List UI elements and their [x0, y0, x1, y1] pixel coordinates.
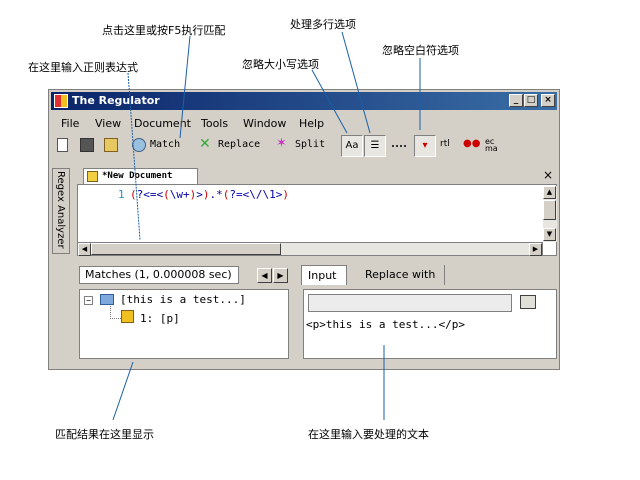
scroll-left-button[interactable]: ◀ [78, 243, 91, 256]
scroll-right-button[interactable]: ▶ [529, 243, 542, 256]
title-bar: The Regulator _ □ × [51, 92, 557, 110]
prev-match-button[interactable]: ◀ [257, 268, 272, 283]
input-panel: <p>this is a test...</p> [303, 289, 557, 359]
input-text-area[interactable]: <p>this is a test...</p> [306, 318, 465, 331]
tab-input[interactable]: Input [301, 265, 347, 285]
multiline-toggle[interactable]: ☰ [364, 135, 386, 157]
window-title: The Regulator [72, 94, 160, 107]
ecma-script-icon[interactable]: ec ma [485, 138, 499, 153]
replace-icon[interactable]: ✕ [199, 137, 213, 152]
annotation-enter-regex: 在这里输入正则表达式 [28, 61, 138, 74]
menu-file[interactable]: File [61, 117, 79, 130]
split-button[interactable]: Split [295, 135, 325, 155]
ignore-case-toggle[interactable]: Aa [341, 135, 363, 157]
split-icon[interactable]: ✶ [276, 137, 290, 152]
scroll-thumb[interactable] [543, 200, 556, 220]
annotation-ignore-case: 忽略大小写选项 [242, 58, 319, 71]
next-match-button[interactable]: ▶ [273, 268, 288, 283]
close-document-icon[interactable]: × [543, 168, 553, 182]
tab-input-label: Input [308, 269, 337, 282]
editor-horizontal-scrollbar[interactable]: ◀ ▶ [77, 242, 543, 256]
replace-action-icon[interactable] [520, 295, 536, 309]
menu-help[interactable]: Help [299, 117, 324, 130]
maximize-button[interactable]: □ [524, 94, 538, 107]
match-item-label[interactable]: 1: [p] [140, 312, 180, 325]
single-line-icon[interactable] [392, 145, 406, 147]
annotation-enter-text: 在这里输入要处理的文本 [308, 428, 429, 441]
open-folder-icon[interactable] [104, 138, 118, 152]
minimize-button[interactable]: _ [509, 94, 523, 107]
regex-analyzer-tab[interactable]: Regex Analyzer [52, 168, 70, 254]
scroll-up-button[interactable]: ▲ [543, 186, 556, 199]
menu-document[interactable]: Document [134, 117, 191, 130]
annotation-ignore-whitespace: 忽略空白符选项 [382, 44, 459, 57]
replace-button[interactable]: Replace [218, 135, 260, 155]
toolbar: Match ✕ Replace ✶ Split Aa ☰ ▾ rtl ●● ec… [54, 135, 554, 157]
regulator-window: The Regulator _ □ × File View Document T… [48, 89, 560, 370]
matches-tab-label: Matches (1, 0.000008 sec) [85, 268, 232, 281]
match-tree[interactable]: − [this is a test...] 1: [p] [79, 289, 289, 359]
match-item-icon [121, 310, 134, 323]
match-button[interactable]: Match [150, 135, 180, 155]
document-icon [87, 171, 98, 182]
tab-replace-with[interactable]: Replace with [349, 265, 445, 285]
close-button[interactable]: × [541, 94, 555, 107]
hscroll-thumb[interactable] [91, 243, 281, 255]
match-icon[interactable] [132, 138, 146, 152]
document-tab[interactable]: *New Document [83, 168, 198, 184]
save-icon[interactable] [80, 138, 94, 152]
matches-tab[interactable]: Matches (1, 0.000008 sec) [79, 266, 239, 284]
folder-icon [100, 294, 114, 305]
new-file-icon[interactable] [57, 138, 68, 152]
match-root-label[interactable]: [this is a test...] [120, 293, 246, 306]
editor-vertical-scrollbar[interactable]: ▲ ▼ [543, 186, 557, 242]
regex-text[interactable]: (?<=<(\w+)>).*(?=<\/\1>) [130, 188, 289, 201]
document-tab-label: *New Document [102, 171, 173, 181]
line-number: 1 [118, 188, 125, 201]
app-icon [54, 94, 68, 108]
annotation-multiline: 处理多行选项 [290, 18, 356, 31]
ignore-whitespace-toggle[interactable]: ▾ [414, 135, 436, 157]
scroll-down-button[interactable]: ▼ [543, 228, 556, 241]
replace-pattern-field[interactable] [308, 294, 512, 312]
explicit-capture-icon[interactable]: ●● [463, 138, 480, 152]
right-to-left-icon[interactable]: rtl [440, 138, 454, 152]
tab-replace-with-label: Replace with [365, 268, 436, 281]
annotation-click-match: 点击这里或按F5执行匹配 [102, 24, 226, 37]
menu-window[interactable]: Window [243, 117, 286, 130]
regex-analyzer-label: Regex Analyzer [55, 171, 66, 249]
annotation-match-results: 匹配结果在这里显示 [55, 428, 154, 441]
menu-view[interactable]: View [95, 117, 121, 130]
menu-tools[interactable]: Tools [201, 117, 228, 130]
collapse-icon[interactable]: − [84, 296, 93, 305]
